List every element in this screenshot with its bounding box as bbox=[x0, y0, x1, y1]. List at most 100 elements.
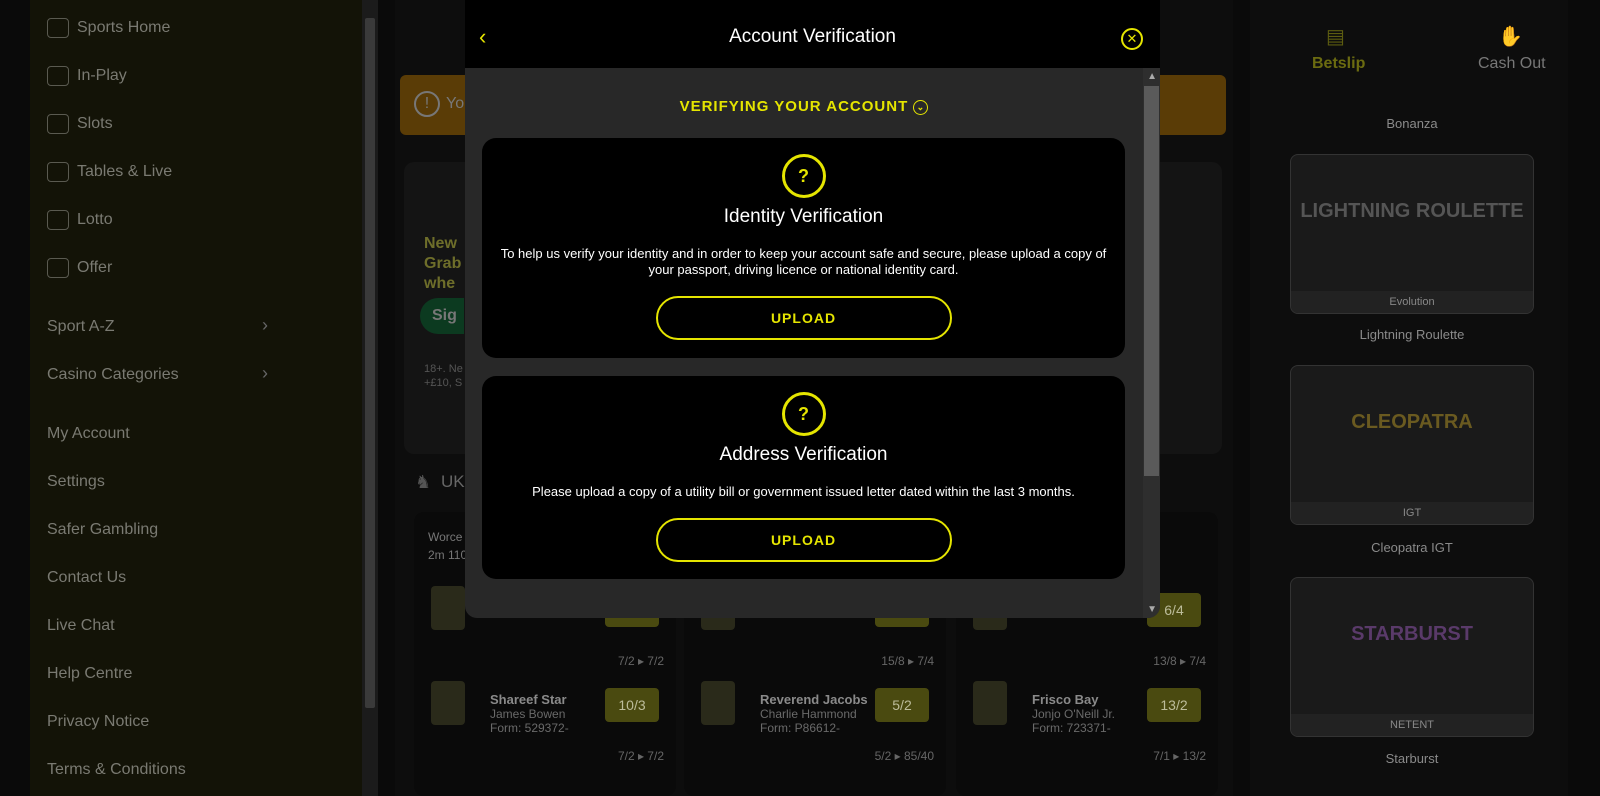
sidebar-item-offer[interactable]: Offer bbox=[47, 258, 112, 278]
horse-icon: ♞ bbox=[415, 472, 432, 492]
modal-scrollbar-thumb[interactable] bbox=[1144, 86, 1159, 476]
game-title: Bonanza bbox=[1386, 116, 1438, 131]
alert-text: Yo bbox=[446, 95, 465, 112]
label: In-Play bbox=[77, 67, 127, 84]
card-title: Address Verification bbox=[719, 444, 888, 465]
signup-button[interactable]: Sig bbox=[420, 298, 464, 334]
sidebar-item-safer-gambling[interactable]: Safer Gambling bbox=[47, 521, 158, 539]
label: Terms & Conditions bbox=[47, 761, 186, 778]
runner-form: Form: 529372- bbox=[490, 721, 569, 735]
card-text: Please upload a copy of a utility bill o… bbox=[532, 484, 1075, 499]
odds-button[interactable]: 13/2 bbox=[1147, 688, 1201, 722]
previous-odds: 7/2 ▸ 7/2 bbox=[617, 654, 664, 668]
game-tile-lightning-roulette[interactable]: LIGHTNING ROULETTE Evolution bbox=[1290, 154, 1534, 314]
game-title: Cleopatra IGT bbox=[1371, 540, 1453, 555]
odds-button[interactable]: 10/3 bbox=[605, 688, 659, 722]
stopwatch-icon bbox=[47, 66, 69, 86]
promo-terms: 18+. Ne bbox=[424, 363, 463, 375]
sidebar-item-contact-us[interactable]: Contact Us bbox=[47, 569, 126, 587]
runner-info: Shareef Star James Bowen Form: 529372- bbox=[490, 692, 569, 736]
card-text: To help us verify your identity and in o… bbox=[500, 246, 1107, 277]
sidebar-item-tables-live[interactable]: Tables & Live bbox=[47, 162, 172, 182]
user-question-icon: ? bbox=[781, 392, 826, 436]
betslip-icon: ▤ bbox=[1326, 26, 1345, 48]
promo-line: New bbox=[424, 235, 457, 252]
runner-jockey: James Bowen bbox=[490, 707, 566, 721]
address-card: ? Address Verification Please upload a c… bbox=[482, 376, 1125, 579]
modal-title: Account Verification bbox=[729, 26, 896, 47]
verifying-header[interactable]: VERIFYING YOUR ACCOUNT ⌄ bbox=[465, 98, 1143, 115]
card-title: Identity Verification bbox=[723, 206, 884, 227]
user-question-icon: ? bbox=[781, 154, 826, 198]
jockey-silks-icon bbox=[973, 681, 1007, 725]
sidebar-item-lotto[interactable]: Lotto bbox=[47, 210, 113, 230]
lotto-icon bbox=[47, 210, 69, 230]
game-title: Starburst bbox=[1385, 751, 1439, 766]
label: My Account bbox=[47, 425, 130, 442]
sidebar-item-slots[interactable]: Slots bbox=[47, 114, 113, 134]
modal-header: ‹ Account Verification ✕ bbox=[465, 0, 1160, 68]
label: Offer bbox=[77, 259, 113, 276]
label: Tables & Live bbox=[77, 163, 173, 180]
sidebar-item-live-chat[interactable]: Live Chat bbox=[47, 617, 115, 635]
chevron-down-icon[interactable]: ⌄ bbox=[913, 99, 929, 115]
sidebar-item-sports-home[interactable]: Sports Home bbox=[47, 18, 170, 38]
game-tile-starburst[interactable]: STARBURST NETENT bbox=[1290, 577, 1534, 737]
label: Safer Gambling bbox=[47, 521, 159, 538]
label: Casino Categories bbox=[47, 366, 179, 383]
sidebar-item-sport-az[interactable]: Sport A-Z bbox=[47, 318, 115, 336]
game-tile-cleopatra[interactable]: CLEOPATRA IGT bbox=[1290, 365, 1534, 525]
runner-jockey: Jonjo O'Neill Jr. bbox=[1032, 707, 1115, 721]
game-provider: NETENT bbox=[1291, 714, 1533, 736]
upload-address-button[interactable]: UPLOAD bbox=[655, 518, 952, 562]
runner-name: Reverend Jacobs bbox=[760, 692, 868, 707]
label: Lotto bbox=[77, 211, 113, 228]
gift-icon bbox=[47, 258, 69, 278]
previous-odds: 7/1 ▸ 13/2 bbox=[1153, 749, 1206, 763]
game-logo: LIGHTNING ROULETTE bbox=[1300, 200, 1524, 222]
sidebar-item-casino-categories[interactable]: Casino Categories bbox=[47, 366, 179, 384]
promo-terms: +£10, S bbox=[424, 377, 463, 389]
sidebar-item-terms[interactable]: Terms & Conditions bbox=[47, 761, 186, 779]
sidebar-item-help-centre[interactable]: Help Centre bbox=[47, 665, 132, 683]
sidebar-scrollbar-thumb[interactable] bbox=[365, 18, 375, 708]
modal-body: VERIFYING YOUR ACCOUNT ⌄ ? Identity Veri… bbox=[465, 68, 1160, 618]
label: Slots bbox=[77, 115, 113, 132]
cards-icon bbox=[47, 162, 69, 182]
cashout-tab[interactable]: Cash Out bbox=[1478, 55, 1546, 73]
jockey-silks-icon bbox=[431, 681, 465, 725]
sidebar-item-my-account[interactable]: My Account bbox=[47, 425, 130, 443]
race-info: 2m 110 bbox=[428, 548, 468, 562]
right-panel: ▤ Betslip ✋ Cash Out Bonanza LIGHTNING R… bbox=[1250, 0, 1568, 796]
label: Contact Us bbox=[47, 569, 127, 586]
scroll-up-icon[interactable]: ▲ bbox=[1147, 71, 1157, 82]
sidebar-item-settings[interactable]: Settings bbox=[47, 473, 105, 491]
scroll-down-icon[interactable]: ▼ bbox=[1147, 604, 1157, 615]
previous-odds: 5/2 ▸ 85/40 bbox=[874, 749, 934, 763]
previous-odds: 13/8 ▸ 7/4 bbox=[1153, 654, 1206, 668]
runner-name: Shareef Star bbox=[490, 692, 567, 707]
runner-jockey: Charlie Hammond bbox=[760, 707, 857, 721]
chevron-right-icon: › bbox=[262, 315, 268, 335]
label: Sports Home bbox=[77, 19, 171, 36]
sidebar-item-in-play[interactable]: In-Play bbox=[47, 66, 127, 86]
chevron-right-icon: › bbox=[262, 363, 268, 383]
game-logo: STARBURST bbox=[1351, 623, 1473, 645]
game-title: Lightning Roulette bbox=[1359, 327, 1465, 342]
label: Sport A-Z bbox=[47, 318, 115, 335]
runner-name: Frisco Bay bbox=[1032, 692, 1099, 707]
sidebar-item-privacy-notice[interactable]: Privacy Notice bbox=[47, 713, 149, 731]
previous-odds: 15/8 ▸ 7/4 bbox=[881, 654, 934, 668]
label: Privacy Notice bbox=[47, 713, 150, 730]
close-icon[interactable]: ✕ bbox=[1121, 28, 1143, 50]
jockey-silks-icon bbox=[431, 586, 465, 630]
betslip-tab[interactable]: Betslip bbox=[1312, 55, 1365, 73]
sidebar: Sports Home In-Play Slots Tables & Live … bbox=[30, 0, 378, 796]
cashout-icon: ✋ bbox=[1498, 26, 1523, 48]
alert-icon: ! bbox=[414, 91, 440, 117]
upload-identity-button[interactable]: UPLOAD bbox=[655, 296, 952, 340]
trophy-icon bbox=[47, 18, 69, 38]
race-venue: Worce bbox=[428, 530, 463, 544]
verifying-heading: VERIFYING YOUR ACCOUNT bbox=[679, 98, 909, 115]
odds-button[interactable]: 5/2 bbox=[875, 688, 929, 722]
